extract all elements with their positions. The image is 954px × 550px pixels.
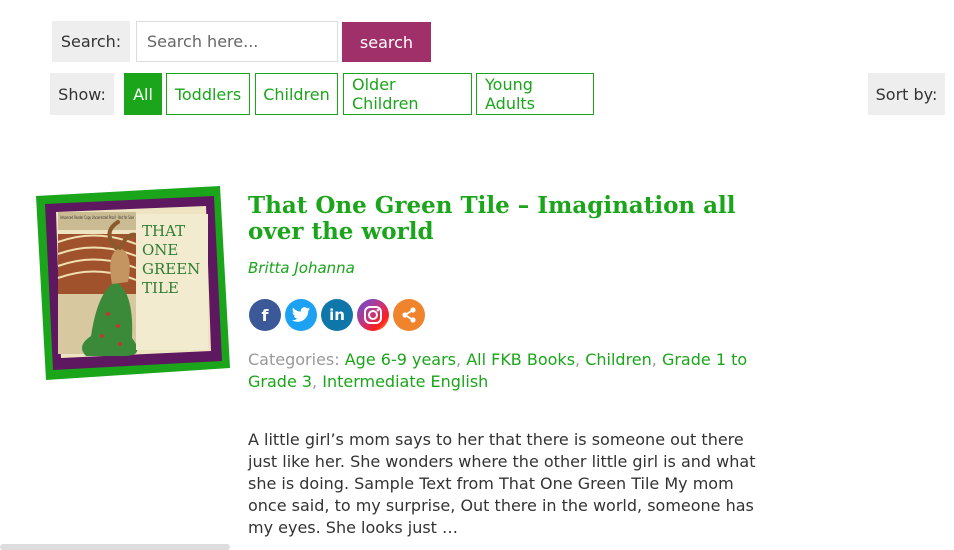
instagram-icon[interactable] [357,299,389,331]
filter-young-adults[interactable]: Young Adults [476,73,594,115]
book-title[interactable]: That One Green Tile – Imagination all ov… [248,193,758,245]
share-icon[interactable] [393,299,425,331]
cover-title-word: TILE [142,279,179,297]
book-categories: Categories: Age 6-9 years, All FKB Books… [248,350,748,391]
facebook-icon[interactable]: f [249,299,281,331]
filter-older-children[interactable]: Older Children [343,73,472,115]
search-label: Search: [52,21,130,62]
cover-title-word: THAT [142,222,185,240]
search-input[interactable] [136,21,338,62]
filter-children[interactable]: Children [255,73,338,115]
twitter-icon[interactable] [285,299,317,331]
category-link[interactable]: All FKB Books [466,350,575,369]
category-link[interactable]: Intermediate English [322,372,488,391]
search-button[interactable]: search [342,22,431,62]
cover-title-word: GREEN [142,260,200,278]
category-link[interactable]: Children [585,350,652,369]
filter-all[interactable]: All [124,73,162,115]
filter-toddlers[interactable]: Toddlers [166,73,250,115]
book-description: A little girl’s mom says to her that the… [248,430,756,537]
show-label: Show: [50,73,114,115]
category-link[interactable]: Age 6-9 years [345,350,456,369]
book-author[interactable]: Britta Johanna [248,259,355,277]
social-share-bar: f in [249,299,425,331]
cover-note-text: Advanced Reader Copy Uncorrected Proof -… [60,215,134,220]
book-cover[interactable]: Advanced Reader Copy Uncorrected Proof -… [36,186,232,380]
horizontal-scrollbar[interactable] [0,544,230,550]
sort-by-label[interactable]: Sort by: [868,73,945,115]
linkedin-icon[interactable]: in [321,299,353,331]
cover-title-word: ONE [142,241,178,259]
categories-label: Categories: [248,350,340,369]
